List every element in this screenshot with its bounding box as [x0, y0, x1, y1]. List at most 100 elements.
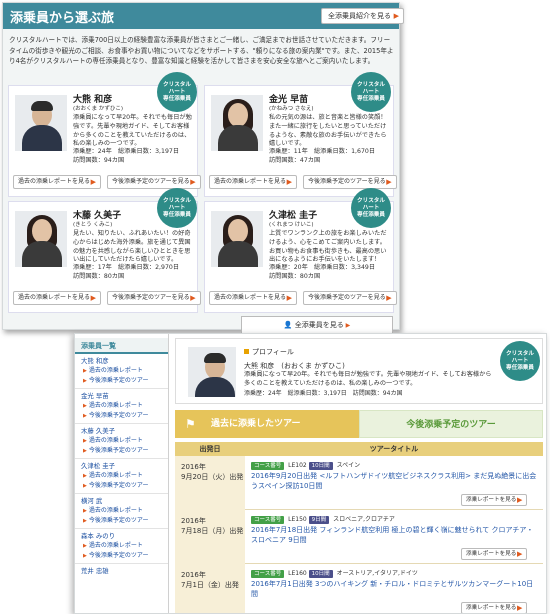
arrow-right-icon: ▶ — [83, 378, 87, 384]
course-chip: コース番号 — [251, 461, 285, 470]
sidebar-guide-name[interactable]: 横河 武 — [81, 497, 162, 506]
arrow-right-icon: ▶ — [90, 178, 97, 186]
guide-photo — [15, 95, 67, 151]
departure-date-cell: 2016年 7月1日（金）出発 — [175, 564, 245, 613]
departure-year: 2016年 — [181, 571, 206, 579]
guide-description: 私の元気の源は、旅と音楽と皆様の笑顔！また一緒に旅行をしたいと思っていただけるよ… — [269, 114, 387, 148]
past-report-button[interactable]: 過去の添乗レポートを見る ▶ — [13, 291, 102, 305]
course-chip: コース番号 — [251, 515, 285, 524]
report-button[interactable]: 添乗レポートを見る ▶ — [461, 548, 528, 560]
sidebar-link-future[interactable]: ▶ 今後添乗予定のツアー — [81, 481, 162, 491]
arrow-right-icon: ▶ — [83, 473, 87, 479]
guide-selection-panel: 添乗員から選ぶ旅 全添乗員紹介を見る ▶ クリスタルハートでは、添乗700日以上… — [2, 2, 404, 330]
guide-stats-years: 添乗歴：17年 総添乗日数：2,970日 — [73, 264, 180, 271]
sidebar-link-future[interactable]: ▶ 今後添乗予定のツアー — [81, 376, 162, 386]
course-code: LE102 — [288, 462, 307, 469]
tour-title-link[interactable]: 2016年9月20日出発 <ルフトハンザドイツ航空ビジネスクラス利用> まだ見ぬ… — [251, 471, 539, 491]
arrow-right-icon: ▶ — [393, 12, 399, 20]
course-code: LE150 — [288, 516, 307, 523]
past-report-button[interactable]: 過去の添乗レポートを見る ▶ — [13, 175, 102, 189]
future-tour-button[interactable]: 今後添乗予定のツアーを見る ▶ — [107, 291, 201, 305]
sidebar-link-past[interactable]: ▶ 過去の添乗レポート — [81, 366, 162, 376]
sidebar-guide-name[interactable]: 森本 みのり — [81, 532, 162, 541]
sidebar-guide-name[interactable]: 荒井 忠雄 — [81, 567, 162, 576]
arrow-right-icon: ▶ — [83, 508, 87, 514]
arrow-right-icon: ▶ — [83, 483, 87, 489]
guide-photo — [15, 211, 67, 267]
table-row: 2016年 7月1日（金）出発 コース番号 LE160 10日間 オーストリア,… — [175, 564, 543, 613]
tour-info: コース番号 LE150 9日間 スロベニア,クロアチア — [251, 514, 395, 524]
guide-stats-countries: 訪問国数：94カ国 — [73, 157, 125, 164]
past-report-button[interactable]: 過去の添乗レポートを見る ▶ — [209, 291, 298, 305]
sidebar-guide-name[interactable]: 金光 早苗 — [81, 392, 162, 401]
sidebar-link-future[interactable]: ▶ 今後添乗予定のツアー — [81, 446, 162, 456]
tour-countries: オーストリア,イタリア,ドイツ — [336, 570, 418, 577]
sidebar-guide-name[interactable]: 久津松 圭子 — [81, 462, 162, 471]
tour-countries: スペイン — [336, 462, 361, 469]
arrow-right-icon: ▶ — [83, 413, 87, 419]
tour-info: コース番号 LE102 10日間 スペイン — [251, 460, 360, 470]
sidebar-link-past[interactable]: ▶ 過去の添乗レポート — [81, 436, 162, 446]
guide-detail-panel: 添乗員一覧 大熊 和彦 ▶ 過去の添乗レポート ▶ 今後添乗予定のツアー 金光 早苗… — [74, 333, 547, 614]
guide-kana: (きとう くみこ) — [73, 222, 113, 228]
all-guides-button[interactable]: 👤 全添乗員を見る ▶ — [241, 316, 393, 334]
departure-year: 2016年 — [181, 463, 206, 471]
guide-description: 見たい、知りたい、ふれあいたい！の好奇心からはじめた海外添乗。旅を通じて異国の魅… — [73, 230, 191, 264]
sidebar-link-past[interactable]: ▶ 過去の添乗レポート — [81, 541, 162, 551]
report-button[interactable]: 添乗レポートを見る ▶ — [461, 494, 528, 506]
guide-photo — [188, 347, 236, 397]
sidebar-link-future[interactable]: ▶ 今後添乗予定のツアー — [81, 411, 162, 421]
sidebar-guide-name[interactable]: 木藤 久美子 — [81, 427, 162, 436]
arrow-right-icon: ▶ — [83, 518, 87, 524]
sidebar-guide-name[interactable]: 大熊 和彦 — [81, 357, 162, 366]
tour-tabs: ⚑ 過去に添乗したツアー 今後添乗予定のツアー — [175, 410, 543, 438]
guide-kana: (おおくま かずひこ) — [73, 106, 124, 112]
sidebar-group: 横河 武 ▶ 過去の添乗レポート ▶ 今後添乗予定のツアー — [75, 494, 168, 529]
tour-title-link[interactable]: 2016年7月18日出発 フィンランド航空利用 極上の碧と輝く嶺に魅せられて ク… — [251, 525, 539, 545]
guide-photo — [211, 211, 263, 267]
tab-past-tours[interactable]: ⚑ 過去に添乗したツアー — [175, 410, 359, 438]
table-header: 出発日 ツアータイトル — [175, 442, 543, 456]
sidebar-link-future[interactable]: ▶ 今後添乗予定のツアー — [81, 516, 162, 526]
arrow-right-icon: ▶ — [190, 178, 196, 186]
arrow-right-icon: ▶ — [83, 438, 87, 444]
guide-stats-countries: 訪問国数：80カ国 — [73, 273, 125, 280]
guide-list-sidebar: 添乗員一覧 大熊 和彦 ▶ 過去の添乗レポート ▶ 今後添乗予定のツアー 金光 早苗… — [75, 334, 169, 613]
departure-date: 7月1日（金）出発 — [181, 581, 239, 589]
sidebar-link-future[interactable]: ▶ 今後添乗予定のツアー — [81, 551, 162, 561]
column-header-title: ツアータイトル — [369, 445, 419, 453]
future-tour-button[interactable]: 今後添乗予定のツアーを見る ▶ — [303, 291, 397, 305]
guide-photo — [211, 95, 263, 151]
course-chip: コース番号 — [251, 569, 285, 578]
sidebar-group: 木藤 久美子 ▶ 過去の添乗レポート ▶ 今後添乗予定のツアー — [75, 424, 168, 459]
sidebar-group: 荒井 忠雄 — [75, 564, 168, 578]
panel-title: 添乗員から選ぶ旅 — [10, 11, 115, 26]
guide-stats-years: 添乗歴：11年 総添乗日数：1,670日 — [269, 148, 376, 155]
departure-date: 9月20日（火）出発 — [181, 473, 244, 481]
arrow-right-icon: ▶ — [190, 294, 196, 302]
tour-title-link[interactable]: 2016年7月1日出発 3つのハイキング 新・チロル・ドロミテとザルツカンマーグ… — [251, 579, 539, 599]
all-guides-label: 全添乗員を見る — [294, 321, 344, 329]
tour-info: コース番号 LE160 10日間 オーストリア,イタリア,ドイツ — [251, 568, 418, 578]
arrow-right-icon: ▶ — [286, 178, 293, 186]
all-guides-intro-label: 全添乗員紹介を見る — [328, 12, 391, 20]
column-header-date: 出発日 — [199, 445, 221, 453]
all-guides-intro-button[interactable]: 全添乗員紹介を見る ▶ — [321, 8, 404, 24]
sidebar-link-past[interactable]: ▶ 過去の添乗レポート — [81, 401, 162, 411]
sidebar-group: 大熊 和彦 ▶ 過去の添乗レポート ▶ 今後添乗予定のツアー — [75, 354, 168, 389]
guide-stats-countries: 訪問国数：80カ国 — [269, 273, 321, 280]
days-chip: 10日間 — [308, 569, 333, 578]
tab-future-tours[interactable]: 今後添乗予定のツアー — [359, 410, 543, 438]
arrow-right-icon: ▶ — [386, 178, 392, 186]
sidebar-group: 金光 早苗 ▶ 過去の添乗レポート ▶ 今後添乗予定のツアー — [75, 389, 168, 424]
past-report-button[interactable]: 過去の添乗レポートを見る ▶ — [209, 175, 298, 189]
departure-date-cell: 2016年 7月18日（月）出発 — [175, 510, 245, 564]
guide-card: 大熊 和彦 (おおくま かずひこ) 添乗員になって早20年。それでも毎日が勉強で… — [8, 72, 201, 197]
report-button[interactable]: 添乗レポートを見る ▶ — [461, 602, 528, 613]
sidebar-link-past[interactable]: ▶ 過去の添乗レポート — [81, 506, 162, 516]
future-tour-button[interactable]: 今後添乗予定のツアーを見る ▶ — [107, 175, 201, 189]
crystal-heart-badge: クリスタル ハート 専任添乗員 — [500, 341, 540, 381]
sidebar-link-past[interactable]: ▶ 過去の添乗レポート — [81, 471, 162, 481]
intro-text: クリスタルハートでは、添乗700日以上の経験豊富な添乗員が皆さまとご一緒し、ご満… — [9, 36, 394, 65]
future-tour-button[interactable]: 今後添乗予定のツアーを見る ▶ — [303, 175, 397, 189]
